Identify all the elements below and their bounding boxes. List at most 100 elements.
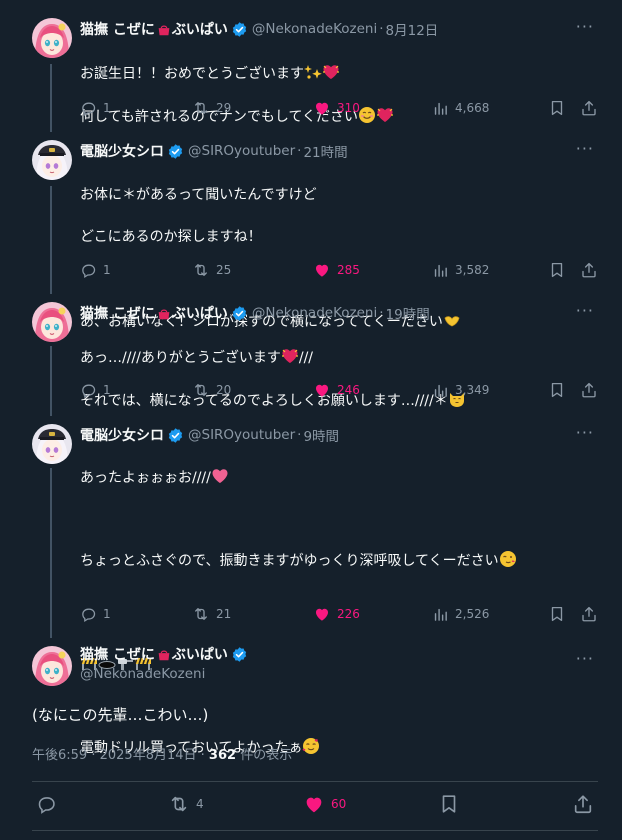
separator-dot: · — [297, 143, 302, 159]
reply-button[interactable]: 1 — [80, 604, 111, 624]
views-button[interactable]: 3,582 — [432, 260, 489, 280]
retweet-button[interactable]: 4 — [168, 792, 204, 816]
bookmark-button[interactable] — [548, 380, 572, 400]
display-name-suffix[interactable]: ぶいぱい — [172, 303, 228, 323]
bookmark-icon — [548, 261, 566, 279]
heart-icon — [313, 605, 331, 623]
avatar[interactable] — [32, 18, 72, 58]
avatar[interactable] — [32, 140, 72, 180]
views-icon — [432, 606, 449, 623]
bookmark-button[interactable] — [548, 98, 572, 118]
display-name-row: 猫撫 こぜに ぶいぱい — [80, 644, 248, 664]
bookmark-button[interactable] — [548, 260, 572, 280]
views-button[interactable]: 4,668 — [432, 98, 489, 118]
avatar[interactable] — [32, 424, 72, 464]
tweet-actions: 1 29 310 4,668 — [80, 98, 600, 118]
display-name[interactable]: 猫撫 こぜに — [80, 303, 155, 323]
tweet-time[interactable]: 19時間 — [386, 303, 430, 323]
more-icon[interactable]: ··· — [576, 19, 594, 35]
verified-icon — [231, 21, 248, 38]
like-count: 60 — [331, 797, 347, 811]
tweet-text-line: あっ…////ありがとうございます — [80, 350, 281, 366]
sparkle-emoji — [304, 63, 322, 81]
tweet-header: 猫撫 こぜに ぶいぱい @NekonadeKozeni · 19時間 — [80, 302, 430, 324]
retweet-icon — [192, 261, 210, 279]
retweet-icon — [192, 605, 210, 623]
retweet-button[interactable]: 29 — [192, 98, 231, 118]
thread-connector-line — [50, 186, 52, 294]
reply-button[interactable]: 1 — [80, 260, 111, 280]
view-count: 4,668 — [455, 101, 490, 115]
tweet-text-line: あったよぉぉぉお//// — [80, 470, 211, 486]
user-handle[interactable]: @SIROyoutuber — [188, 427, 295, 443]
share-button[interactable] — [580, 260, 604, 280]
more-icon[interactable]: ··· — [576, 141, 594, 157]
like-button[interactable]: 60 — [303, 792, 346, 816]
more-icon[interactable]: ··· — [576, 651, 594, 667]
retweet-button[interactable]: 20 — [192, 380, 231, 400]
avatar[interactable] — [32, 646, 72, 686]
reply-button[interactable]: 1 — [80, 380, 111, 400]
tweet-text-line: お誕生日！！おめでとうございます — [80, 66, 304, 82]
avatar[interactable] — [32, 302, 72, 342]
display-name[interactable]: 猫撫 こぜに — [80, 644, 155, 664]
tweet-actions: 1 25 285 3,582 — [80, 260, 600, 280]
like-count: 226 — [337, 607, 360, 621]
like-button[interactable]: 310 — [313, 98, 360, 118]
like-button[interactable]: 246 — [313, 380, 360, 400]
views-icon — [432, 100, 449, 117]
heart-emoji — [281, 347, 299, 365]
more-icon[interactable]: ··· — [576, 425, 594, 441]
retweet-count: 25 — [216, 263, 232, 277]
pink-heart-emoji — [211, 467, 229, 485]
post-time[interactable]: 午後6:59 — [32, 748, 87, 763]
heart-emoji — [322, 63, 340, 81]
view-count: 2,526 — [455, 607, 490, 621]
more-icon[interactable]: ··· — [576, 303, 594, 319]
reply-button[interactable] — [36, 792, 63, 816]
display-name-suffix[interactable]: ぶいぱい — [172, 19, 228, 39]
display-name[interactable]: 電脳少女シロ — [80, 141, 164, 161]
display-name[interactable]: 猫撫 こぜに — [80, 19, 155, 39]
purse-emoji — [156, 646, 172, 662]
tweet-text: (なにこの先輩…こわい…) — [32, 706, 209, 724]
bookmark-button[interactable] — [548, 604, 572, 624]
tweet-actions: 1 21 226 2,526 — [80, 604, 600, 624]
thread-connector-line — [50, 468, 52, 638]
user-handle[interactable]: @NekonadeKozeni — [252, 305, 377, 321]
user-handle[interactable]: @SIROyoutuber — [188, 143, 295, 159]
tweet-time[interactable]: 9時間 — [303, 425, 339, 445]
display-name-suffix[interactable]: ぶいぱい — [172, 644, 228, 664]
like-count: 285 — [337, 263, 360, 277]
retweet-icon — [192, 381, 210, 399]
retweet-count: 21 — [216, 607, 232, 621]
tweet-time[interactable]: 8月12日 — [386, 19, 439, 39]
retweet-button[interactable]: 25 — [192, 260, 231, 280]
tweet-time[interactable]: 21時間 — [303, 141, 347, 161]
tweet-actions: 4 60 — [32, 792, 598, 816]
user-handle[interactable]: @NekonadeKozeni — [252, 21, 377, 37]
view-count: 3,349 — [455, 383, 490, 397]
reply-button[interactable]: 1 — [80, 98, 111, 118]
share-button[interactable] — [580, 604, 604, 624]
view-count: 362 — [208, 748, 237, 763]
like-button[interactable]: 285 — [313, 260, 360, 280]
divider — [32, 781, 598, 782]
tweet-header: 電脳少女シロ @SIROyoutuber · 9時間 — [80, 424, 339, 446]
bookmark-button[interactable] — [438, 792, 466, 816]
kiss-wink-emoji — [499, 550, 517, 568]
views-button[interactable]: 3,349 — [432, 380, 489, 400]
like-button[interactable]: 226 — [313, 604, 360, 624]
tweet-text-line: どこにあるのか探しますね！ — [80, 229, 262, 245]
retweet-count: 29 — [216, 101, 232, 115]
display-name[interactable]: 電脳少女シロ — [80, 425, 164, 445]
retweet-count: 20 — [216, 383, 232, 397]
views-button[interactable]: 2,526 — [432, 604, 489, 624]
user-handle[interactable]: @NekonadeKozeni — [80, 666, 205, 682]
share-button[interactable] — [572, 792, 600, 816]
post-date[interactable]: 2025年8月14日 — [100, 748, 197, 763]
retweet-button[interactable]: 21 — [192, 604, 231, 624]
share-button[interactable] — [580, 380, 604, 400]
share-button[interactable] — [580, 98, 604, 118]
